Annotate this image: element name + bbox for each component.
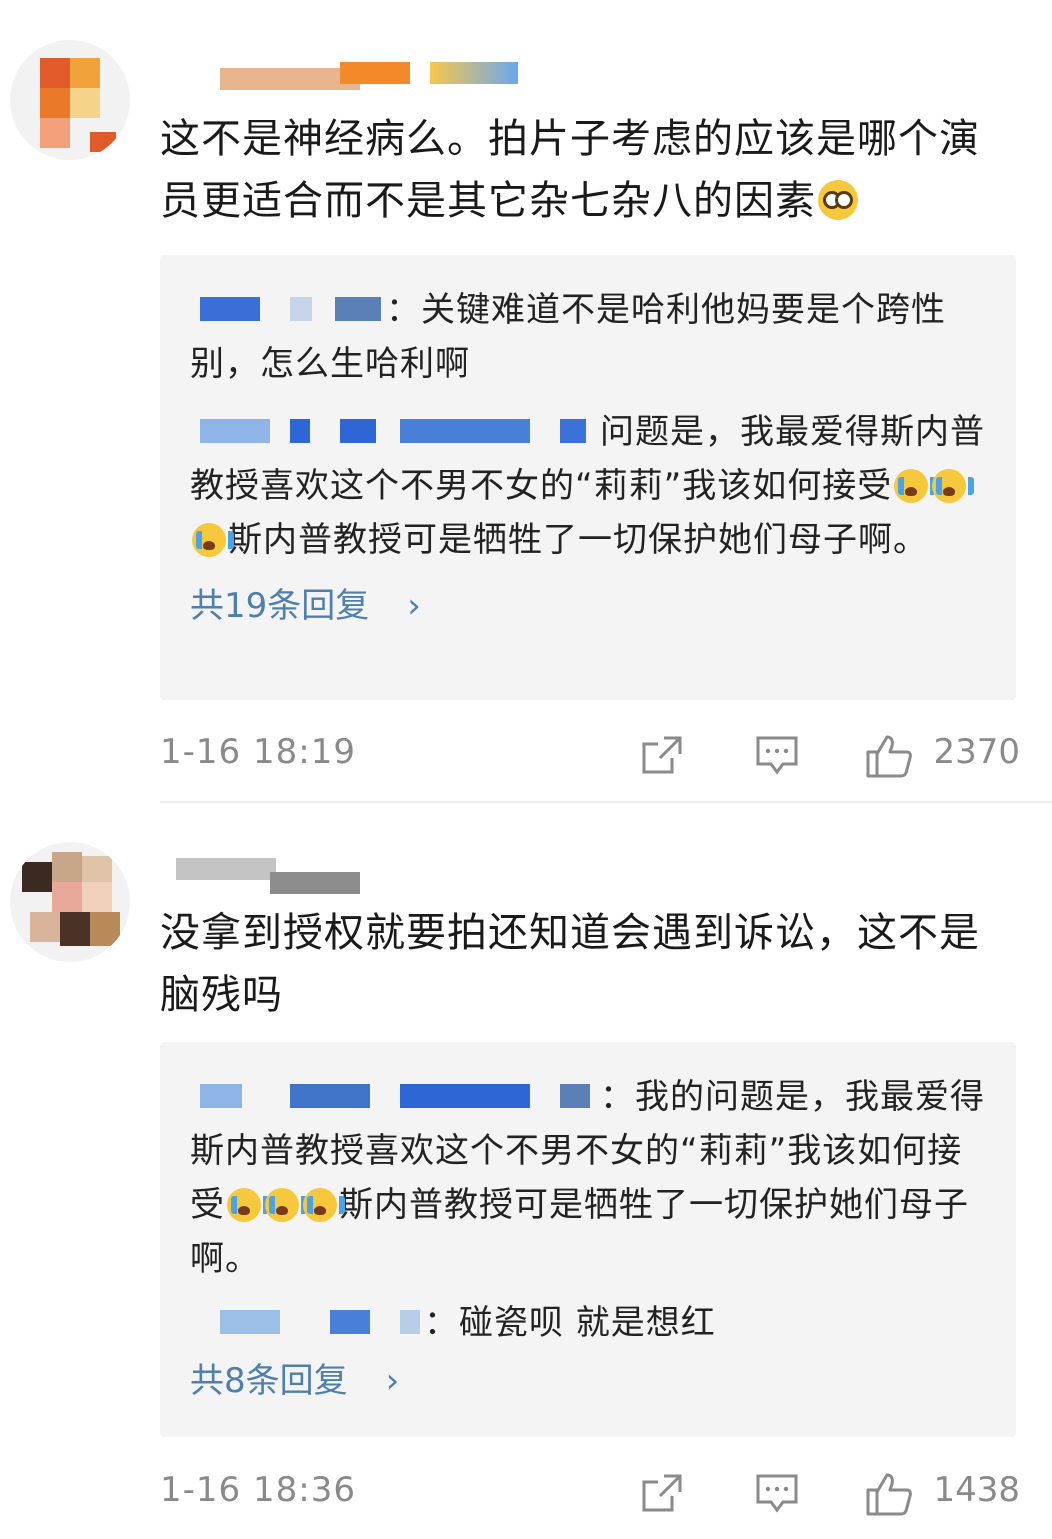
reply-item: ：我的问题是，我最爱得斯内普教授喜欢这个不男不女的“莉莉”我该如何接受 斯内普教授… <box>190 1070 986 1286</box>
comment-meta-bar: 1-16 18:36 1438 <box>160 1470 1020 1520</box>
crying-face-emoji <box>192 523 234 557</box>
username-blurred[interactable] <box>160 856 380 896</box>
reply-preview-box[interactable]: ：我的问题是，我最爱得斯内普教授喜欢这个不男不女的“莉莉”我该如何接受 斯内普教授… <box>160 1042 1016 1437</box>
like-icon[interactable] <box>865 1472 913 1520</box>
crying-face-emoji <box>932 469 975 503</box>
reply-item: ：关键难道不是哈利他妈要是个跨性别，怎么生哈利啊 <box>190 283 986 391</box>
view-all-replies-link[interactable]: 共8条回复 › <box>190 1354 986 1408</box>
crying-face-emoji <box>227 1188 269 1222</box>
reply-text: ：碰瓷呗 就是想红 <box>424 1303 716 1343</box>
reply-count-label[interactable]: 共19条回复 <box>190 586 369 626</box>
share-icon[interactable] <box>640 734 684 780</box>
comment-icon[interactable] <box>755 1472 799 1518</box>
comment-icon[interactable] <box>755 734 799 780</box>
reply-username-blurred[interactable] <box>190 1304 424 1338</box>
flushed-face-emoji <box>818 180 858 220</box>
reply-text-continued: 斯内普教授可是牺牲了一切保护她们母子啊。 <box>228 520 928 560</box>
comment-text: 没拿到授权就要拍还知道会遇到诉讼，这不是脑残吗 <box>160 902 1020 1026</box>
comment-body: 这不是神经病么。拍片子考虑的应该是哪个演员更适合而不是其它杂七杂八的因素 <box>160 116 980 224</box>
reply-username-blurred[interactable] <box>190 413 600 447</box>
username-blurred[interactable] <box>160 62 520 102</box>
share-icon[interactable] <box>640 1472 684 1518</box>
reply-username-blurred[interactable] <box>190 1078 600 1112</box>
reply-preview-box[interactable]: ：关键难道不是哈利他妈要是个跨性别，怎么生哈利啊 问题是，我最爱得斯内普教授喜欢… <box>160 255 1016 700</box>
timestamp: 1-16 18:19 <box>160 732 356 772</box>
divider <box>160 801 1052 803</box>
comment-body: 没拿到授权就要拍还知道会遇到诉讼，这不是脑残吗 <box>160 910 980 1018</box>
reply-username-blurred[interactable] <box>190 291 386 325</box>
avatar[interactable] <box>10 40 130 160</box>
crying-face-emoji <box>303 1188 345 1222</box>
comment-meta-bar: 1-16 18:19 2370 <box>160 732 1020 782</box>
reply-item: 问题是，我最爱得斯内普教授喜欢这个不男不女的“莉莉”我该如何接受斯内普教授可是牺… <box>190 405 986 567</box>
reply-item: ：碰瓷呗 就是想红 <box>190 1296 986 1350</box>
timestamp: 1-16 18:36 <box>160 1470 356 1510</box>
like-count: 1438 <box>933 1470 1020 1510</box>
like-icon[interactable] <box>865 734 913 782</box>
chevron-right-icon[interactable]: › <box>407 579 421 633</box>
crying-face-emoji <box>894 469 937 503</box>
like-count: 2370 <box>933 732 1020 772</box>
comment-text: 这不是神经病么。拍片子考虑的应该是哪个演员更适合而不是其它杂七杂八的因素 <box>160 108 1020 232</box>
avatar[interactable] <box>10 842 130 962</box>
crying-face-emoji <box>265 1188 307 1222</box>
chevron-right-icon[interactable]: › <box>386 1354 400 1408</box>
view-all-replies-link[interactable]: 共19条回复 › <box>190 579 986 633</box>
reply-count-label[interactable]: 共8条回复 <box>190 1361 348 1401</box>
